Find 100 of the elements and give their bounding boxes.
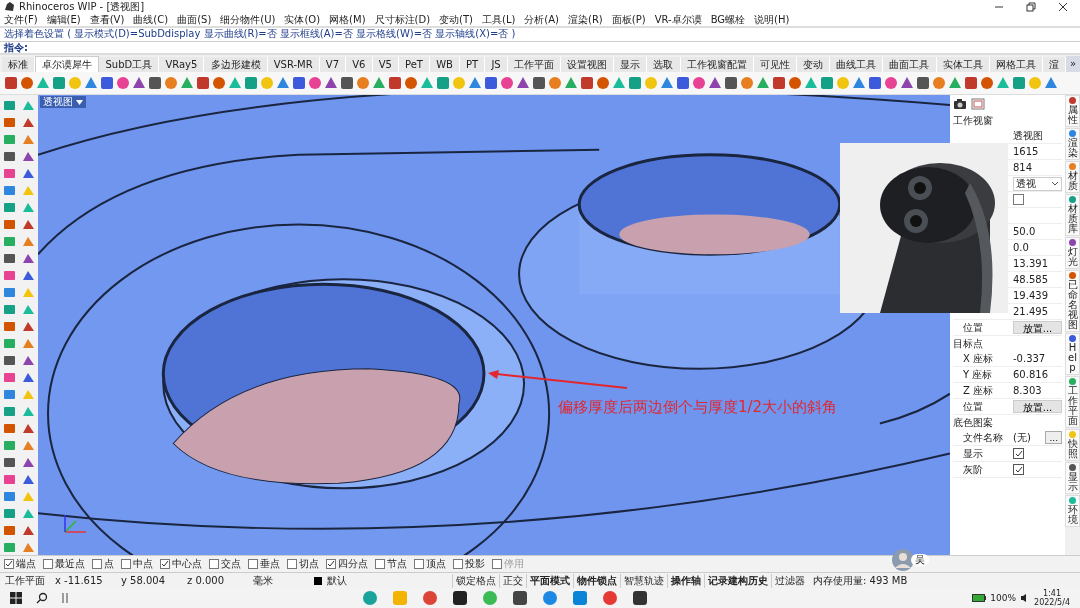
tool-icon[interactable]	[436, 76, 450, 90]
toolbar-tab[interactable]: PeT	[398, 57, 431, 72]
close-icon[interactable]	[1058, 1, 1068, 12]
checkbox[interactable]	[1013, 194, 1024, 205]
tool-icon[interactable]	[3, 507, 16, 520]
tool-icon[interactable]	[500, 76, 514, 90]
status-pane[interactable]: 锁定格点	[452, 573, 499, 588]
tool-icon[interactable]	[404, 76, 418, 90]
tool-icon[interactable]	[3, 388, 16, 401]
tool-icon[interactable]	[22, 422, 35, 435]
chevron-icon[interactable]	[1051, 180, 1059, 187]
tool-icon[interactable]	[724, 76, 738, 90]
toolbar-tab[interactable]: 卓尔谟犀牛	[35, 56, 100, 72]
place-button[interactable]: 放置...	[1013, 321, 1062, 334]
toolbar-tab[interactable]: 标准	[2, 57, 36, 72]
toolbar-tab[interactable]: V6	[346, 57, 373, 72]
tool-icon[interactable]	[340, 76, 354, 90]
search-icon[interactable]	[36, 592, 48, 604]
menu-item[interactable]: 曲线(C)	[133, 13, 169, 26]
tool-icon[interactable]	[788, 76, 802, 90]
tool-icon[interactable]	[3, 218, 16, 231]
side-tab[interactable]: 已命名视图	[1065, 270, 1080, 332]
osnap-checkbox[interactable]: 端点	[4, 557, 36, 571]
clock-date[interactable]: 2022/5/4	[1034, 598, 1070, 607]
tool-icon[interactable]	[596, 76, 610, 90]
more-tabs-button[interactable]: »	[1066, 56, 1080, 72]
layer-name[interactable]: 默认	[322, 573, 452, 588]
tool-icon[interactable]	[3, 524, 16, 537]
toolbar-tab[interactable]: 显示	[614, 57, 648, 72]
tool-icon[interactable]	[22, 524, 35, 537]
tool-icon[interactable]	[148, 76, 162, 90]
tool-icon[interactable]	[884, 76, 898, 90]
side-tab[interactable]: 快照	[1065, 429, 1080, 461]
toolbar-tab[interactable]: VRay5	[159, 57, 205, 72]
tool-icon[interactable]	[1012, 76, 1026, 90]
tool-icon[interactable]	[852, 76, 866, 90]
osnap-checkbox[interactable]: 垂点	[248, 557, 280, 571]
tool-icon[interactable]	[692, 76, 706, 90]
tool-icon[interactable]	[22, 167, 35, 180]
tool-icon[interactable]	[3, 320, 16, 333]
tool-icon[interactable]	[3, 150, 16, 163]
toolbar-tab[interactable]: V7	[319, 57, 347, 72]
toolbar-tab[interactable]: 工作平面	[507, 57, 561, 72]
tool-icon[interactable]	[22, 218, 35, 231]
tool-icon[interactable]	[22, 150, 35, 163]
tool-icon[interactable]	[3, 456, 16, 469]
tool-icon[interactable]	[212, 76, 226, 90]
checkbox[interactable]	[1013, 464, 1024, 475]
tool-icon[interactable]	[484, 76, 498, 90]
browse-button[interactable]: ...	[1045, 431, 1062, 444]
osnap-checkbox[interactable]: 交点	[209, 557, 241, 571]
side-tab[interactable]: 材质库	[1065, 194, 1080, 236]
windows-icon[interactable]	[10, 592, 22, 604]
toolbar-tab[interactable]: SubD工具	[99, 57, 160, 72]
tool-icon[interactable]	[22, 354, 35, 367]
toolbar-tab[interactable]: 曲面工具	[883, 57, 937, 72]
osnap-checkbox[interactable]: 投影	[453, 557, 485, 571]
battery-icon[interactable]	[972, 594, 987, 602]
tool-icon[interactable]	[100, 76, 114, 90]
side-tab[interactable]: 属性	[1065, 95, 1080, 127]
tool-icon[interactable]	[980, 76, 994, 90]
menu-item[interactable]: 渲染(R)	[568, 13, 603, 26]
tool-icon[interactable]	[22, 371, 35, 384]
toolbar-tab[interactable]: 多边形建模	[204, 57, 268, 72]
status-pane[interactable]: 操作轴	[667, 573, 704, 588]
tool-icon[interactable]	[22, 320, 35, 333]
tool-icon[interactable]	[4, 76, 18, 90]
tool-icon[interactable]	[916, 76, 930, 90]
menu-item[interactable]: 网格(M)	[329, 13, 366, 26]
clock-time[interactable]: 1:41	[1043, 589, 1061, 598]
tool-icon[interactable]	[324, 76, 338, 90]
side-tab[interactable]: Help	[1065, 333, 1080, 375]
menu-item[interactable]: 细分物件(U)	[220, 13, 276, 26]
status-pane[interactable]: 过滤器	[771, 573, 808, 588]
side-tab[interactable]: 环境	[1065, 495, 1080, 527]
tool-icon[interactable]	[116, 76, 130, 90]
chevron-icon[interactable]	[76, 99, 83, 105]
tool-icon[interactable]	[628, 76, 642, 90]
tool-icon[interactable]	[516, 76, 530, 90]
tool-icon[interactable]	[3, 422, 16, 435]
camera-icon[interactable]	[953, 98, 967, 110]
tool-icon[interactable]	[308, 76, 322, 90]
viewport-tab[interactable]: 透视图	[40, 96, 86, 108]
task-view-icon[interactable]	[62, 592, 68, 604]
tool-icon[interactable]	[3, 303, 16, 316]
menu-item[interactable]: 曲面(S)	[177, 13, 212, 26]
app-icon[interactable]	[512, 590, 528, 606]
tool-icon[interactable]	[84, 76, 98, 90]
app-icon[interactable]	[452, 590, 468, 606]
osnap-checkbox[interactable]: 中心点	[160, 557, 202, 571]
side-tab[interactable]: 工作平面	[1065, 376, 1080, 428]
tool-icon[interactable]	[3, 490, 16, 503]
toolbar-tab[interactable]: 实体工具	[936, 57, 990, 72]
status-pane[interactable]: 平面模式	[526, 573, 573, 588]
tool-icon[interactable]	[132, 76, 146, 90]
tool-icon[interactable]	[900, 76, 914, 90]
tool-icon[interactable]	[20, 76, 34, 90]
tool-icon[interactable]	[244, 76, 258, 90]
osnap-checkbox[interactable]: 点	[92, 557, 114, 571]
tool-icon[interactable]	[22, 252, 35, 265]
